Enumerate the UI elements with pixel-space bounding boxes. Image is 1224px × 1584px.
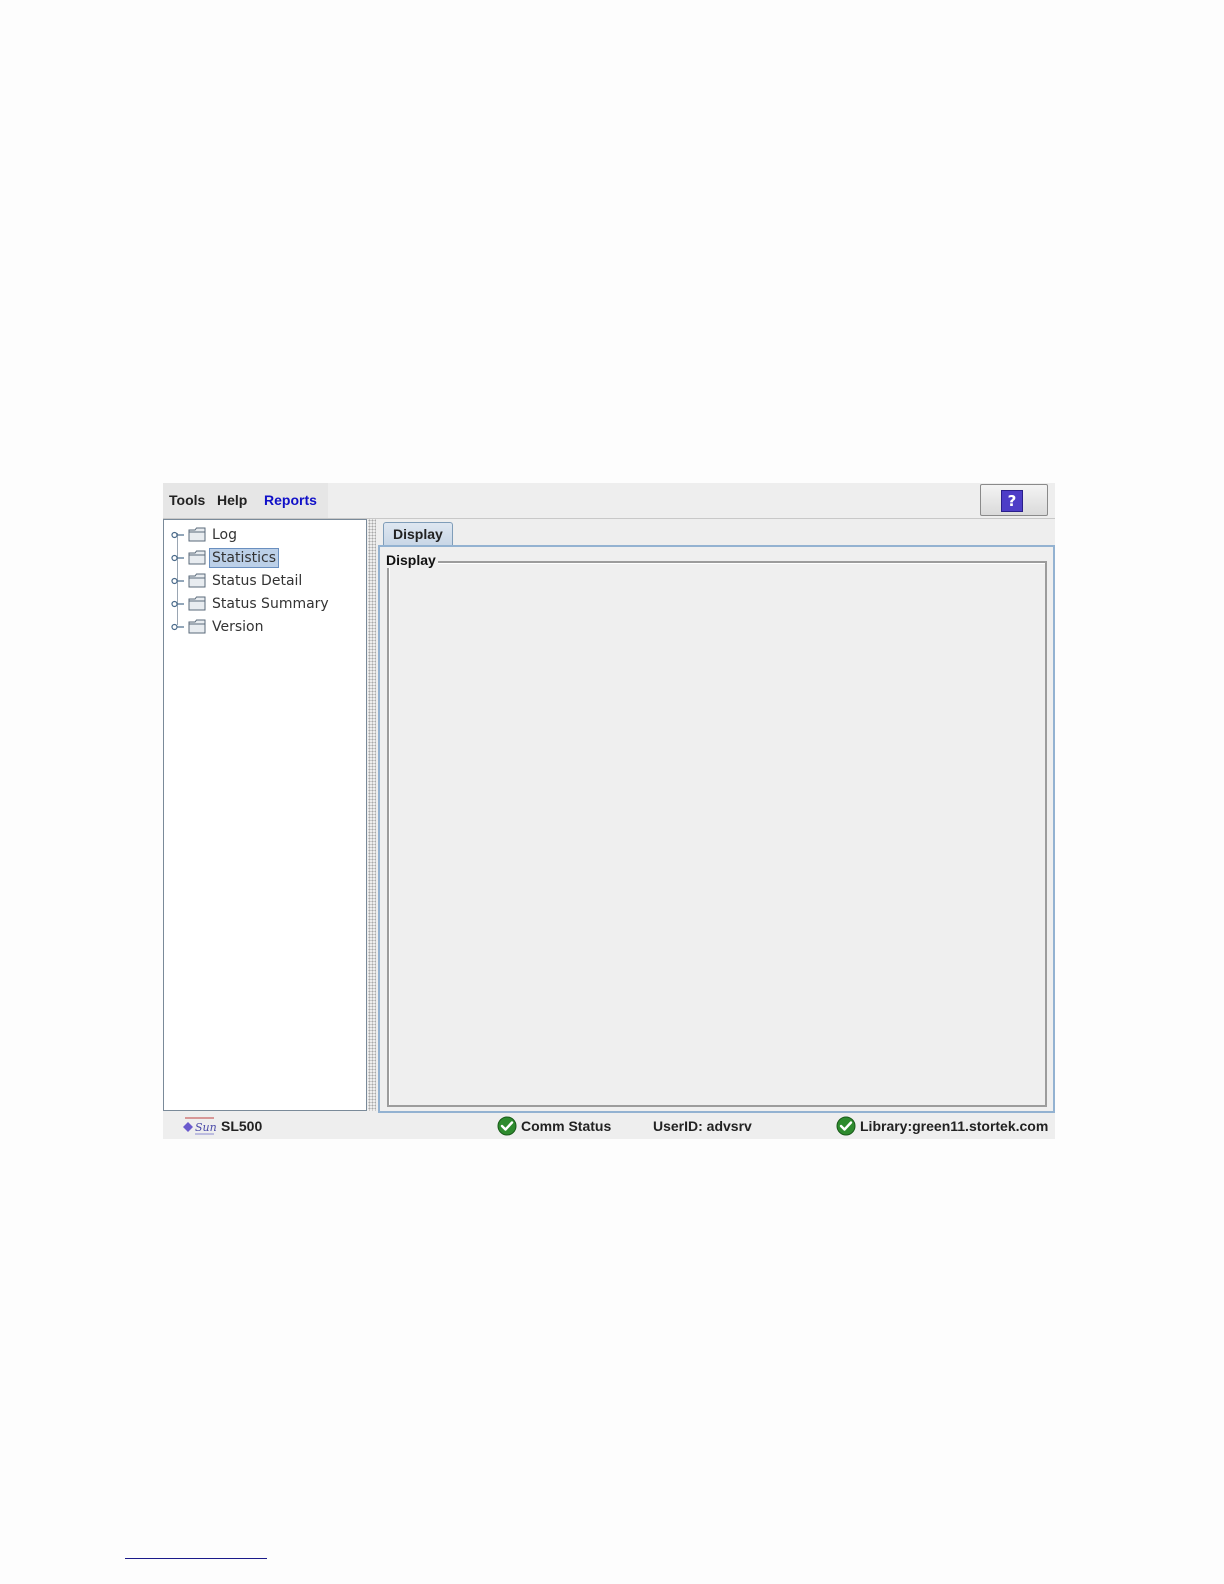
- display-group-frame: [387, 561, 1047, 1107]
- tree-handle-icon[interactable]: [171, 554, 185, 562]
- group-title: Display: [385, 552, 438, 568]
- tab-display[interactable]: Display: [383, 522, 453, 546]
- menu-group: Tools Help Reports: [163, 483, 328, 518]
- tree-label: Status Detail: [212, 573, 303, 589]
- sun-logo-icon: Sun: [183, 1117, 217, 1135]
- tree-handle-icon[interactable]: [171, 577, 185, 585]
- menu-help[interactable]: Help: [217, 492, 247, 508]
- tree-label: Status Summary: [212, 596, 329, 612]
- library-status[interactable]: Library:green11.stortek.com: [860, 1118, 1048, 1134]
- help-button[interactable]: ?: [980, 484, 1048, 516]
- folder-icon: [188, 527, 206, 542]
- tab-label: Display: [393, 526, 443, 542]
- menu-tools[interactable]: Tools: [169, 492, 205, 508]
- tree-handle-icon[interactable]: [171, 531, 185, 539]
- folder-icon: [188, 550, 206, 565]
- tree-item-log[interactable]: Log: [164, 524, 364, 546]
- tree-item-status-detail[interactable]: Status Detail: [164, 570, 364, 592]
- tree-handle-icon[interactable]: [171, 623, 185, 631]
- menu-reports[interactable]: Reports: [264, 492, 317, 508]
- svg-text:Sun: Sun: [195, 1121, 217, 1134]
- folder-icon: [188, 596, 206, 611]
- check-circle-icon: [497, 1116, 517, 1136]
- comm-status[interactable]: Comm Status: [521, 1118, 611, 1134]
- navigation-tree: Log Statistics Status Detail Status Summ…: [163, 519, 367, 1111]
- tree-handle-icon[interactable]: [171, 600, 185, 608]
- library-model: SL500: [221, 1118, 263, 1134]
- footnote-divider: [125, 1558, 267, 1559]
- tree-item-statistics[interactable]: Statistics: [164, 547, 364, 569]
- page: Tools Help Reports ? Log Statistics Stat…: [0, 0, 1224, 1584]
- tree-item-status-summary[interactable]: Status Summary: [164, 593, 364, 615]
- content-area: Display Display: [378, 519, 1055, 1113]
- tree-label: Version: [212, 619, 264, 635]
- status-bar: Sun SL500 Comm Status UserID: advsrv Lib…: [163, 1113, 1055, 1139]
- help-icon: ?: [1001, 490, 1023, 512]
- app-window: Tools Help Reports ? Log Statistics Stat…: [163, 483, 1055, 1139]
- tree-item-version[interactable]: Version: [164, 616, 364, 638]
- tab-panel: Display: [378, 545, 1055, 1113]
- tree-label-selected: Statistics: [209, 548, 279, 568]
- tree-label: Log: [212, 527, 238, 543]
- folder-icon: [188, 573, 206, 588]
- check-circle-icon: [836, 1116, 856, 1136]
- pane-splitter[interactable]: [368, 519, 376, 1111]
- folder-icon: [188, 619, 206, 634]
- user-id: UserID: advsrv: [653, 1118, 752, 1134]
- menu-bar: Tools Help Reports ?: [163, 483, 1055, 519]
